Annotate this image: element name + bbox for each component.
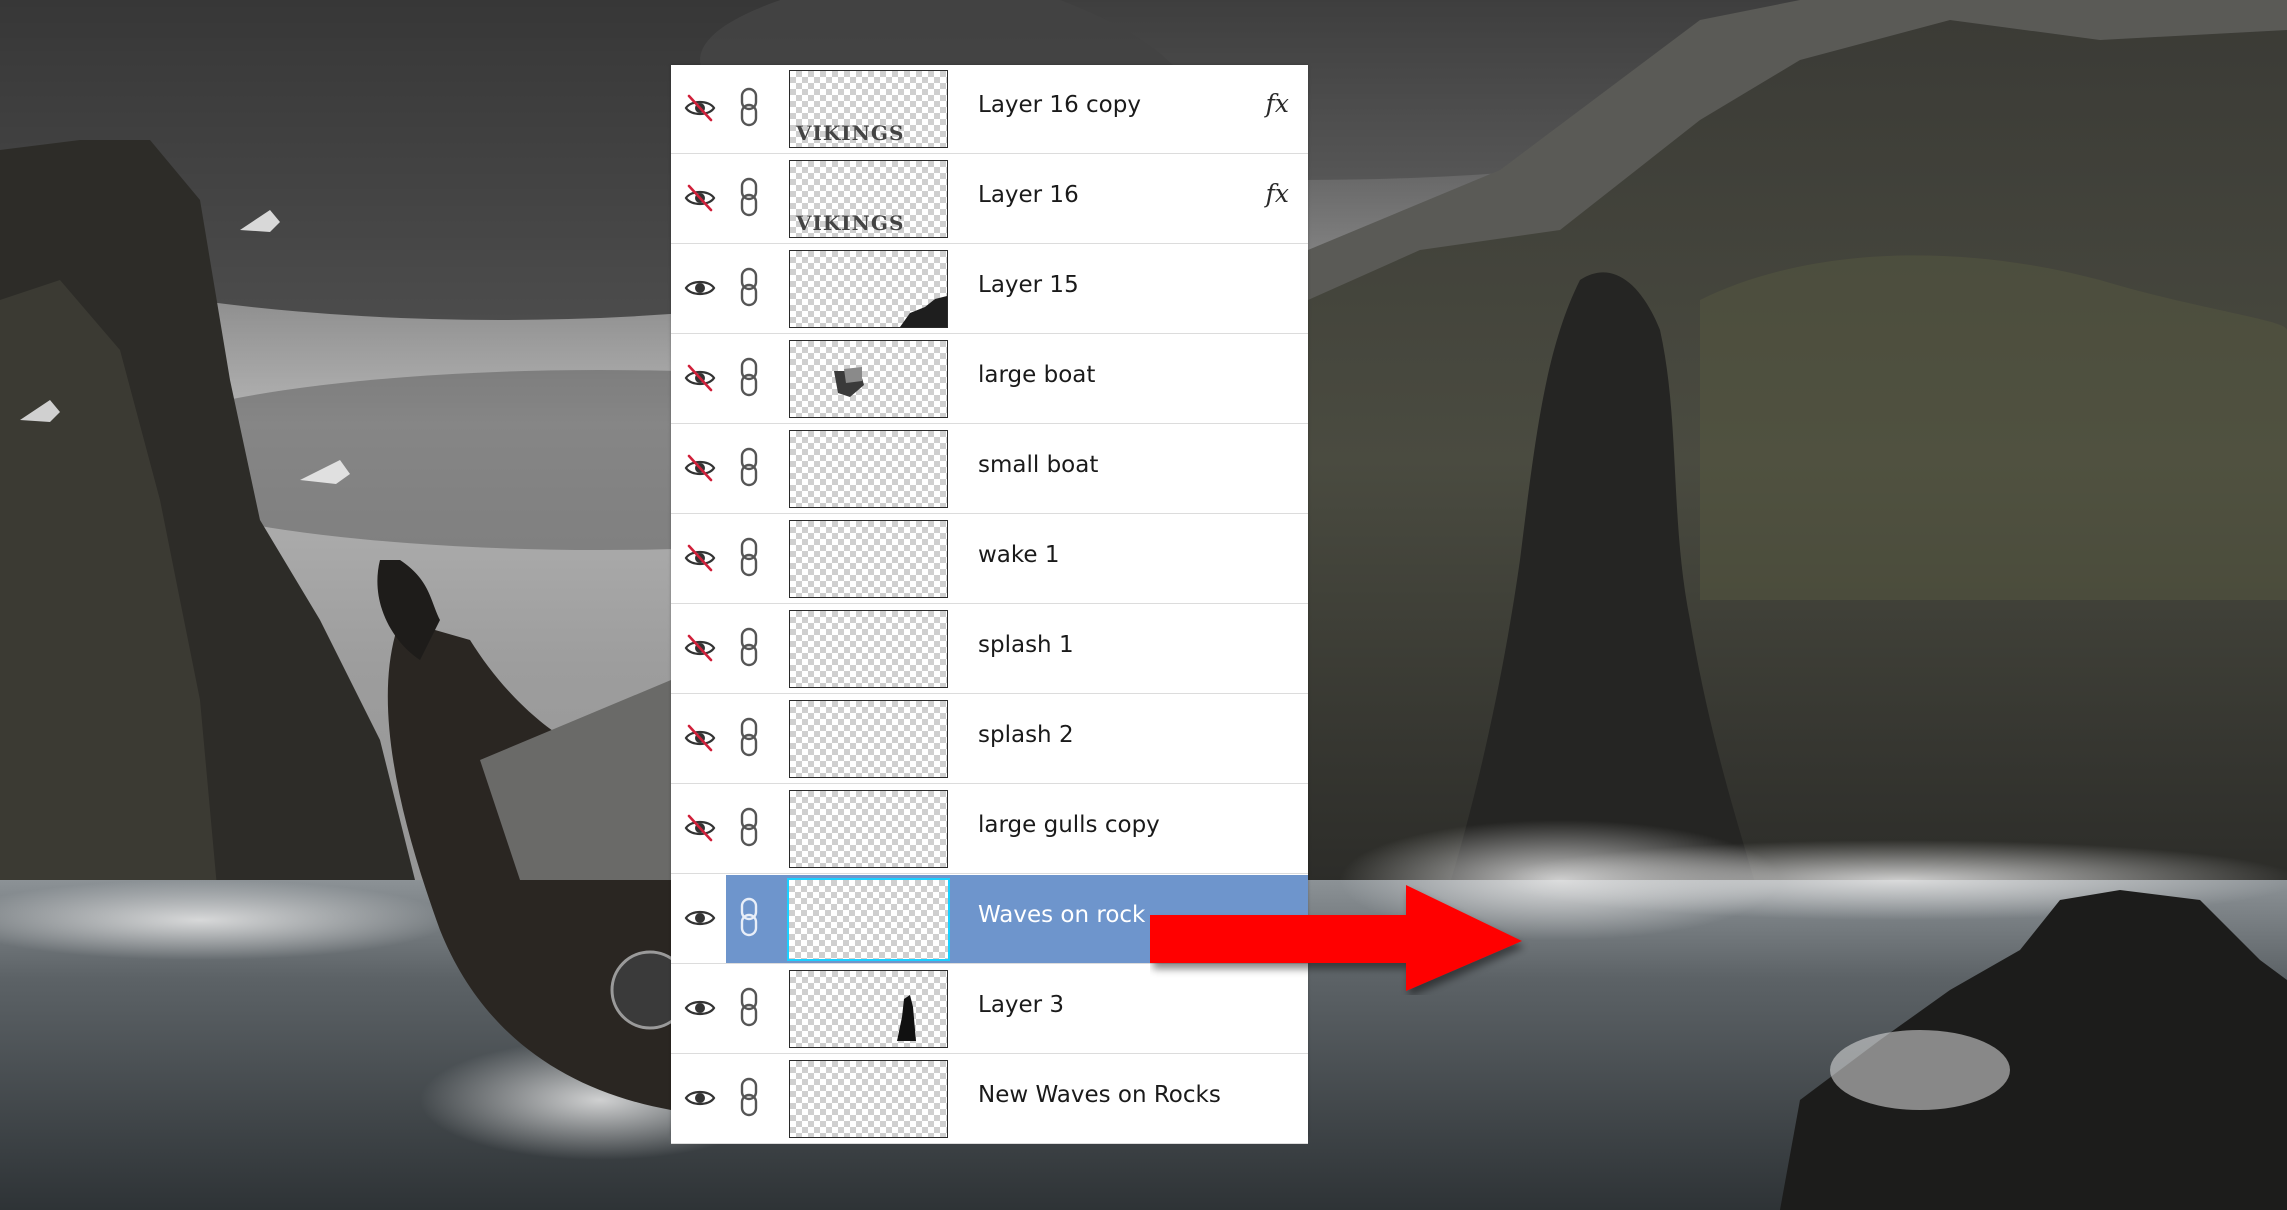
layer-thumbnail[interactable] — [789, 1060, 948, 1138]
layer-name[interactable]: small boat — [978, 452, 1098, 478]
layer-row[interactable]: Layer 15 — [671, 245, 1308, 334]
layer-name[interactable]: large gulls copy — [978, 812, 1160, 838]
layer-row[interactable]: New Waves on Rocks — [671, 1055, 1308, 1144]
layer-thumbnail[interactable] — [789, 970, 948, 1048]
layer-name[interactable]: splash 1 — [978, 632, 1074, 658]
chain-link-icon[interactable] — [737, 537, 761, 577]
layer-thumbnail[interactable] — [789, 520, 948, 598]
layer-effects-icon[interactable]: fx — [1266, 179, 1289, 208]
chain-link-icon[interactable] — [737, 177, 761, 217]
thumbnail-text: VIKINGS — [796, 121, 905, 145]
layer-thumbnail[interactable] — [789, 790, 948, 868]
layer-name[interactable]: wake 1 — [978, 542, 1060, 568]
layer-row[interactable]: VIKINGS Layer 16 copy fx — [671, 65, 1308, 154]
layer-thumbnail[interactable] — [789, 430, 948, 508]
layer-name[interactable]: splash 2 — [978, 722, 1074, 748]
eye-hidden-icon[interactable] — [683, 811, 717, 845]
eye-hidden-icon[interactable] — [683, 361, 717, 395]
chain-link-icon[interactable] — [737, 897, 761, 937]
layer-name[interactable]: Layer 16 — [978, 182, 1079, 208]
layer-thumbnail[interactable] — [789, 340, 948, 418]
eye-icon[interactable] — [683, 991, 717, 1025]
chain-link-icon[interactable] — [737, 987, 761, 1027]
layer-thumbnail[interactable]: VIKINGS — [789, 160, 948, 238]
chain-link-icon[interactable] — [737, 717, 761, 757]
layer-thumbnail[interactable]: VIKINGS — [789, 70, 948, 148]
layer-row[interactable]: VIKINGS Layer 16 fx — [671, 155, 1308, 244]
layer-row[interactable]: splash 1 — [671, 605, 1308, 694]
eye-hidden-icon[interactable] — [683, 721, 717, 755]
eye-icon[interactable] — [683, 271, 717, 305]
layer-name[interactable]: Waves on rock — [978, 902, 1145, 928]
layer-row[interactable]: splash 2 — [671, 695, 1308, 784]
eye-hidden-icon[interactable] — [683, 541, 717, 575]
layer-name[interactable]: New Waves on Rocks — [978, 1082, 1221, 1108]
eye-hidden-icon[interactable] — [683, 451, 717, 485]
layer-name[interactable]: Layer 16 copy — [978, 92, 1141, 118]
chain-link-icon[interactable] — [737, 1077, 761, 1117]
eye-hidden-icon[interactable] — [683, 181, 717, 215]
layer-name[interactable]: Layer 3 — [978, 992, 1064, 1018]
layer-row[interactable]: large boat — [671, 335, 1308, 424]
red-arrow-icon — [1150, 885, 1522, 991]
layer-name[interactable]: Layer 15 — [978, 272, 1079, 298]
layer-effects-icon[interactable]: fx — [1266, 89, 1289, 118]
chain-link-icon[interactable] — [737, 627, 761, 667]
layer-thumbnail[interactable] — [787, 878, 950, 961]
layer-name[interactable]: large boat — [978, 362, 1095, 388]
layer-thumbnail[interactable] — [789, 610, 948, 688]
chain-link-icon[interactable] — [737, 447, 761, 487]
chain-link-icon[interactable] — [737, 87, 761, 127]
chain-link-icon[interactable] — [737, 357, 761, 397]
eye-hidden-icon[interactable] — [683, 91, 717, 125]
layer-thumbnail[interactable] — [789, 250, 948, 328]
chain-link-icon[interactable] — [737, 807, 761, 847]
layer-row[interactable]: small boat — [671, 425, 1308, 514]
eye-icon[interactable] — [683, 1081, 717, 1115]
thumbnail-text: VIKINGS — [796, 211, 905, 235]
layer-row[interactable]: wake 1 — [671, 515, 1308, 604]
layer-thumbnail[interactable] — [789, 700, 948, 778]
layer-row[interactable]: large gulls copy — [671, 785, 1308, 874]
eye-icon[interactable] — [683, 901, 717, 935]
eye-hidden-icon[interactable] — [683, 631, 717, 665]
chain-link-icon[interactable] — [737, 267, 761, 307]
